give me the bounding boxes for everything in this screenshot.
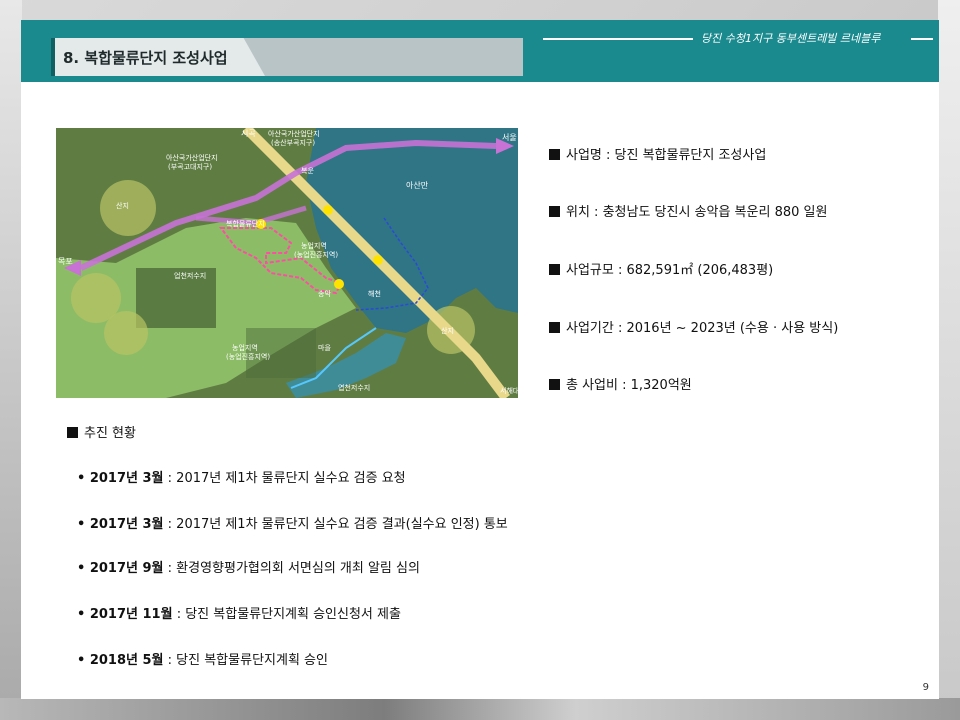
section-heading: 추진 현황 <box>67 422 136 441</box>
svg-text:농업지역: 농업지역 <box>232 343 258 352</box>
info-name: 사업명 : 당진 복합물류단지 조성사업 <box>549 144 766 163</box>
header-divider-right <box>911 38 933 40</box>
svg-text:(농업진흥지역): (농업진흥지역) <box>294 250 338 259</box>
slide: 8. 복합물류단지 조성사업 당진 수청1지구 동부센트레빌 르네블루 시곡 아… <box>21 20 939 699</box>
header-divider <box>543 38 693 40</box>
page-number: 9 <box>922 682 929 693</box>
map-label-mokpo: 목포 <box>58 257 73 266</box>
page-title: 8. 복합물류단지 조성사업 <box>63 49 228 67</box>
map-label-seoul: 서울 <box>502 133 517 142</box>
progress-item: • 2017년 3월 : 2017년 제1차 물류단지 실수요 검증 결과(실수… <box>77 517 508 532</box>
svg-text:아산국가산업단지: 아산국가산업단지 <box>166 153 218 162</box>
project-name: 당진 수청1지구 동부센트레빌 르네블루 <box>701 32 881 45</box>
map-label-eopcheon2: 엽천저수지 <box>338 383 370 392</box>
svg-text:(부곡고대지구): (부곡고대지구) <box>168 162 212 171</box>
svg-text:아산국가산업단지: 아산국가산업단지 <box>268 129 320 138</box>
progress-item: • 2017년 9월 : 환경영향평가협의회 서면심의 개최 알림 심의 <box>77 561 420 576</box>
bullet-square-icon <box>549 149 560 160</box>
info-location: 위치 : 충청남도 당진시 송악읍 복운리 880 일원 <box>549 201 827 220</box>
map-label-sinsong: 시곡 <box>241 129 256 138</box>
progress-item: • 2017년 11월 : 당진 복합물류단지계획 승인신청서 제출 <box>77 607 401 622</box>
progress-item: • 2018년 5월 : 당진 복합물류단지계획 승인 <box>77 653 328 668</box>
map-label-village: 마을 <box>318 343 331 352</box>
background-left <box>0 0 22 720</box>
map-label-wild: 산지 <box>116 201 129 210</box>
bullet-square-icon <box>549 322 560 333</box>
map-label-wild2: 산지 <box>441 326 454 335</box>
map-label-haecheon: 해천 <box>368 289 381 298</box>
map-label-asanman: 아산만 <box>406 180 429 190</box>
progress-item: • 2017년 3월 : 2017년 제1차 물류단지 실수요 검증 요청 <box>77 471 406 486</box>
map-label-bokun: 복운 <box>301 167 314 175</box>
map-label-songak: 송악 <box>318 290 331 298</box>
site-map: 시곡 아산국가산업단지 (송산부곡지구) 아산국가산업단지 (부곡고대지구) 서… <box>56 128 518 398</box>
svg-text:(농업진흥지역): (농업진흥지역) <box>226 352 270 361</box>
info-scale: 사업규모 : 682,591㎡ (206,483평) <box>549 259 773 278</box>
map-label-logistics: 복합물류단지 <box>226 219 265 228</box>
bullet-square-icon <box>549 264 560 275</box>
bullet-square-icon <box>549 379 560 390</box>
svg-text:(송산부곡지구): (송산부곡지구) <box>271 138 315 147</box>
svg-text:농업지역: 농업지역 <box>301 241 327 250</box>
map-label-eopcheon: 업천저수지 <box>174 271 206 280</box>
background-bottom <box>0 698 960 720</box>
info-cost: 총 사업비 : 1,320억원 <box>549 374 692 393</box>
bullet-square-icon <box>549 206 560 217</box>
map-label-bridge: 서해대교 <box>500 386 518 395</box>
info-period: 사업기간 : 2016년 ~ 2023년 (수용 · 사용 방식) <box>549 317 838 336</box>
bullet-square-icon <box>67 427 78 438</box>
background-right <box>938 0 960 720</box>
